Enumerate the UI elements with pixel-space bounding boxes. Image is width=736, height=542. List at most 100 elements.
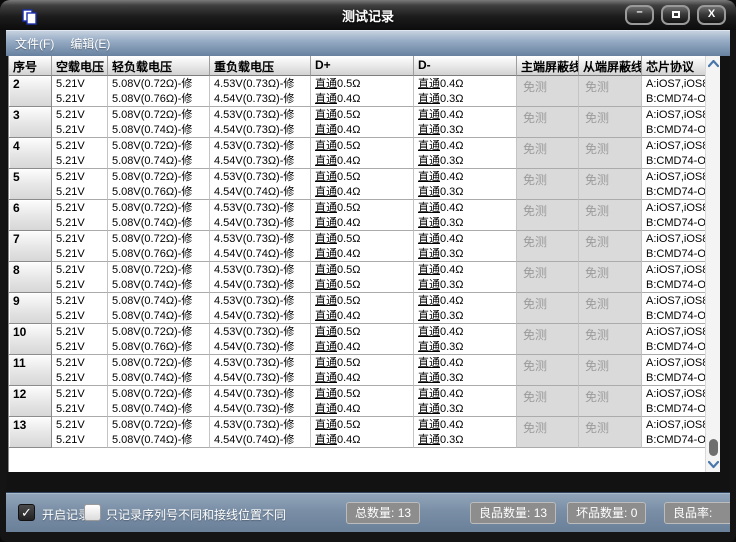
title-bar[interactable]: 测试记录 – X — [0, 0, 736, 30]
cell-line: 直通0.4Ω — [414, 355, 516, 370]
cell-line: 直通0.4Ω — [414, 417, 516, 432]
row-number[interactable]: 11 — [9, 355, 52, 386]
minimize-button[interactable]: – — [625, 5, 654, 25]
protocol-line: A:iOS7,iOS8 — [642, 107, 705, 122]
cell-line: 4.54V(0.73Ω)-修 — [210, 308, 310, 323]
table-row: 85.21V5.21V5.08V(0.72Ω)-修5.08V(0.74Ω)-修4… — [9, 262, 706, 293]
table-row: 65.21V5.21V5.08V(0.72Ω)-修5.08V(0.74Ω)-修4… — [9, 200, 706, 231]
cell-line: 直通0.5Ω — [311, 417, 413, 432]
table-body: 25.21V5.21V5.08V(0.72Ω)-修5.08V(0.76Ω)-修4… — [9, 76, 706, 448]
column-header-1[interactable]: 空载电压 — [52, 56, 108, 76]
master-shield-cell: 免测 — [517, 138, 579, 169]
client-area: 序号空载电压轻负载电压重负载电压D+D-主端屏蔽线从端屏蔽线芯片协议 25.21… — [6, 56, 730, 532]
bad-count-badge: 坏品数量: 0 — [567, 502, 646, 524]
master-shield-cell: 免测 — [517, 386, 579, 417]
cell-line: 4.53V(0.73Ω)-修 — [210, 417, 310, 432]
row-number[interactable]: 7 — [9, 231, 52, 262]
data-cell: 直通0.5Ω直通0.4Ω — [311, 417, 414, 448]
cell-line: 直通0.4Ω — [311, 122, 413, 137]
cell-line: 5.21V — [52, 122, 107, 137]
column-header-0[interactable]: 序号 — [9, 56, 52, 76]
cell-line: 5.21V — [52, 370, 107, 385]
row-number[interactable]: 2 — [9, 76, 52, 107]
cell-line: 直通0.4Ω — [311, 91, 413, 106]
vertical-scroll-thumb[interactable] — [709, 439, 718, 456]
data-cell: 5.08V(0.72Ω)-修5.08V(0.76Ω)-修 — [108, 76, 210, 107]
column-header-4[interactable]: D+ — [311, 56, 414, 76]
filter-record-checkbox[interactable] — [84, 504, 101, 521]
cell-line: 5.08V(0.74Ω)-修 — [108, 293, 209, 308]
cell-line: 直通0.5Ω — [311, 169, 413, 184]
protocol-line: B:CMD74-OI — [642, 122, 705, 137]
cell-line: 5.08V(0.76Ω)-修 — [108, 184, 209, 199]
cell-line: 直通0.5Ω — [311, 76, 413, 91]
protocol-line: A:iOS7,iOS8 — [642, 200, 705, 215]
column-header-2[interactable]: 轻负载电压 — [108, 56, 210, 76]
protocol-cell: A:iOS7,iOS8B:CMD74-OI — [642, 355, 706, 386]
cell-line: 5.08V(0.72Ω)-修 — [108, 355, 209, 370]
row-number[interactable]: 8 — [9, 262, 52, 293]
menu-file[interactable]: 文件(F) — [15, 35, 54, 52]
protocol-cell: A:iOS7,iOS8B:CMD74-OI — [642, 324, 706, 355]
enable-record-label: 开启记录 — [42, 506, 90, 523]
cell-line: 5.21V — [52, 401, 107, 416]
cell-line: 5.08V(0.76Ω)-修 — [108, 91, 209, 106]
row-number[interactable]: 3 — [9, 107, 52, 138]
cell-line: 5.08V(0.74Ω)-修 — [108, 432, 209, 447]
status-bar: ✓ 开启记录 只记录序列号不同和接线位置不同 总数量: 13 良品数量: 13 … — [6, 492, 730, 532]
vertical-scrollbar[interactable] — [705, 56, 720, 472]
good-count-badge: 良品数量: 13 — [470, 502, 556, 524]
data-cell: 直通0.4Ω直通0.3Ω — [414, 231, 517, 262]
column-header-8[interactable]: 芯片协议 — [642, 56, 706, 76]
enable-record-checkbox[interactable]: ✓ — [18, 504, 35, 521]
cell-line: 4.53V(0.73Ω)-修 — [210, 200, 310, 215]
master-shield-cell: 免测 — [517, 417, 579, 448]
data-cell: 5.08V(0.72Ω)-修5.08V(0.74Ω)-修 — [108, 138, 210, 169]
table-row: 115.21V5.21V5.08V(0.72Ω)-修5.08V(0.74Ω)-修… — [9, 355, 706, 386]
row-number[interactable]: 9 — [9, 293, 52, 324]
cell-line: 直通0.4Ω — [414, 293, 516, 308]
row-number[interactable]: 6 — [9, 200, 52, 231]
cell-line: 5.21V — [52, 308, 107, 323]
row-number[interactable]: 12 — [9, 386, 52, 417]
data-cell: 5.21V5.21V — [52, 324, 108, 355]
cell-line: 5.21V — [52, 91, 107, 106]
cell-line: 5.21V — [52, 262, 107, 277]
table-row: 95.21V5.21V5.08V(0.74Ω)-修5.08V(0.74Ω)-修4… — [9, 293, 706, 324]
chevron-down-icon[interactable] — [708, 460, 719, 469]
master-shield-cell: 免测 — [517, 231, 579, 262]
bad-count-value: 0 — [631, 506, 638, 520]
cell-line: 直通0.4Ω — [414, 138, 516, 153]
data-cell: 5.21V5.21V — [52, 355, 108, 386]
row-number[interactable]: 13 — [9, 417, 52, 448]
chevron-up-icon[interactable] — [708, 59, 719, 68]
protocol-line: B:CMD74-OI — [642, 277, 705, 292]
bad-count-label: 坏品数量: — [576, 506, 627, 520]
column-header-7[interactable]: 从端屏蔽线 — [579, 56, 642, 76]
filter-record-label: 只记录序列号不同和接线位置不同 — [106, 506, 286, 523]
cell-line: 直通0.4Ω — [311, 184, 413, 199]
row-number[interactable]: 10 — [9, 324, 52, 355]
cell-line: 4.54V(0.73Ω)-修 — [210, 122, 310, 137]
cell-line: 5.21V — [52, 355, 107, 370]
cell-line: 5.21V — [52, 339, 107, 354]
data-cell: 5.21V5.21V — [52, 386, 108, 417]
data-cell: 4.54V(0.73Ω)-修4.54V(0.73Ω)-修 — [210, 386, 311, 417]
column-header-3[interactable]: 重负载电压 — [210, 56, 311, 76]
data-cell: 5.08V(0.72Ω)-修5.08V(0.74Ω)-修 — [108, 107, 210, 138]
data-cell: 直通0.5Ω直通0.4Ω — [311, 231, 414, 262]
maximize-button[interactable] — [661, 5, 690, 25]
menu-edit[interactable]: 编辑(E) — [70, 35, 110, 52]
cell-line: 直通0.4Ω — [311, 432, 413, 447]
column-header-5[interactable]: D- — [414, 56, 517, 76]
row-number[interactable]: 5 — [9, 169, 52, 200]
close-button[interactable]: X — [697, 5, 726, 25]
slave-shield-cell: 免测 — [579, 324, 642, 355]
cell-line: 5.21V — [52, 386, 107, 401]
row-number[interactable]: 4 — [9, 138, 52, 169]
protocol-line: A:iOS7,iOS8 — [642, 324, 705, 339]
column-header-6[interactable]: 主端屏蔽线 — [517, 56, 579, 76]
data-cell: 5.08V(0.72Ω)-修5.08V(0.76Ω)-修 — [108, 231, 210, 262]
slave-shield-cell: 免测 — [579, 200, 642, 231]
data-cell: 5.08V(0.72Ω)-修5.08V(0.74Ω)-修 — [108, 417, 210, 448]
